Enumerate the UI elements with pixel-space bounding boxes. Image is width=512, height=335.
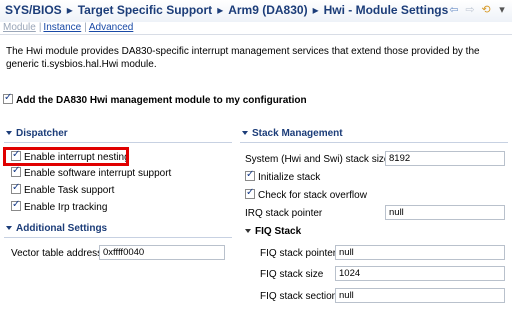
system-stack-size-label: System (Hwi and Swi) stack size: [245, 154, 390, 165]
section-divider: [4, 142, 232, 143]
enable-irp-tracking-label: Enable Irp tracking: [24, 202, 108, 213]
breadcrumb-sysbios[interactable]: SYS/BIOS: [5, 3, 62, 17]
fiq-stack-pointer-input[interactable]: null: [335, 245, 505, 260]
vector-table-address-label: Vector table address: [11, 248, 103, 259]
editor-header: SYS/BIOS ▸ Target Specific Support ▸ Arm9 (D…: [0, 0, 512, 22]
breadcrumb-arm9-da830[interactable]: Arm9 (DA830): [228, 3, 307, 17]
forward-arrow-icon[interactable]: ⇨: [464, 4, 476, 16]
fiq-stack-section-header[interactable]: FIQ Stack: [243, 226, 301, 240]
section-divider: [4, 237, 232, 238]
tab-divider: |: [38, 22, 42, 33]
enable-task-support-option[interactable]: Enable Task support: [11, 182, 115, 196]
enable-software-interrupt-label: Enable software interrupt support: [24, 168, 172, 179]
dispatcher-title: Dispatcher: [16, 128, 68, 139]
irq-stack-pointer-input[interactable]: null: [385, 205, 505, 220]
stack-management-section-header[interactable]: Stack Management: [240, 128, 343, 142]
enable-task-support-label: Enable Task support: [24, 185, 115, 196]
collapse-triangle-icon[interactable]: [245, 228, 251, 233]
sync-icon[interactable]: ⟲: [480, 4, 492, 16]
check-stack-overflow-option[interactable]: Check for stack overflow: [245, 187, 367, 201]
breadcrumb: SYS/BIOS ▸ Target Specific Support ▸ Arm9 (D…: [5, 3, 448, 17]
breadcrumb-separator-icon: ▸: [66, 3, 73, 17]
add-module-label: Add the DA830 Hwi management module to m…: [16, 95, 307, 106]
collapse-triangle-icon[interactable]: [6, 130, 12, 135]
add-module-checkbox[interactable]: [3, 92, 13, 104]
back-arrow-icon[interactable]: ⇦: [448, 4, 460, 16]
nav-toolbar: ⇦ ⇨ ⟲ ▾: [448, 4, 508, 16]
dispatcher-section-header[interactable]: Dispatcher: [4, 128, 68, 142]
section-divider: [240, 142, 508, 143]
breadcrumb-hwi-module-settings: Hwi - Module Settings: [323, 3, 449, 17]
collapse-triangle-icon[interactable]: [6, 225, 12, 230]
menu-icon[interactable]: ▾: [496, 4, 508, 16]
breadcrumb-separator-icon: ▸: [217, 3, 224, 17]
additional-settings-title: Additional Settings: [16, 223, 108, 234]
enable-software-interrupt-option[interactable]: Enable software interrupt support: [11, 165, 172, 179]
tab-module[interactable]: Module: [3, 22, 36, 33]
tab-instance[interactable]: Instance: [43, 22, 81, 33]
enable-irp-tracking-option[interactable]: Enable Irp tracking: [11, 199, 108, 213]
initialize-stack-label: Initialize stack: [258, 172, 321, 183]
irq-stack-pointer-label: IRQ stack pointer: [245, 208, 323, 219]
fiq-stack-pointer-label: FIQ stack pointer: [260, 248, 337, 259]
enable-irp-tracking-checkbox[interactable]: [11, 199, 21, 211]
system-stack-size-input[interactable]: 8192: [385, 151, 505, 166]
tab-advanced[interactable]: Advanced: [89, 22, 133, 33]
initialize-stack-checkbox[interactable]: [245, 169, 255, 181]
fiq-stack-section-label: FIQ stack section: [260, 291, 338, 302]
enable-software-interrupt-checkbox[interactable]: [11, 165, 21, 177]
add-module-option[interactable]: Add the DA830 Hwi management module to m…: [3, 92, 307, 106]
breadcrumb-separator-icon: ▸: [312, 3, 319, 17]
enable-task-support-checkbox[interactable]: [11, 182, 21, 194]
tab-divider: |: [84, 22, 87, 33]
check-stack-overflow-label: Check for stack overflow: [258, 190, 367, 201]
initialize-stack-option[interactable]: Initialize stack: [245, 169, 321, 183]
collapse-triangle-icon[interactable]: [242, 130, 248, 135]
check-stack-overflow-checkbox[interactable]: [245, 187, 255, 199]
page-tabs: Module | Instance | Advanced: [3, 22, 134, 33]
fiq-stack-size-label: FIQ stack size: [260, 269, 324, 280]
additional-settings-section-header[interactable]: Additional Settings: [4, 223, 107, 237]
fiq-stack-title: FIQ Stack: [255, 226, 302, 237]
fiq-stack-section-input[interactable]: null: [335, 288, 505, 303]
module-description: The Hwi module provides DA830-specific i…: [6, 46, 480, 70]
vector-table-address-input[interactable]: 0xffff0040: [99, 245, 225, 260]
stack-management-title: Stack Management: [252, 128, 343, 139]
fiq-stack-size-input[interactable]: 1024: [335, 266, 505, 281]
breadcrumb-target-specific-support[interactable]: Target Specific Support: [78, 3, 212, 17]
tab-underline: [0, 34, 512, 35]
highlight-box: [3, 147, 129, 166]
